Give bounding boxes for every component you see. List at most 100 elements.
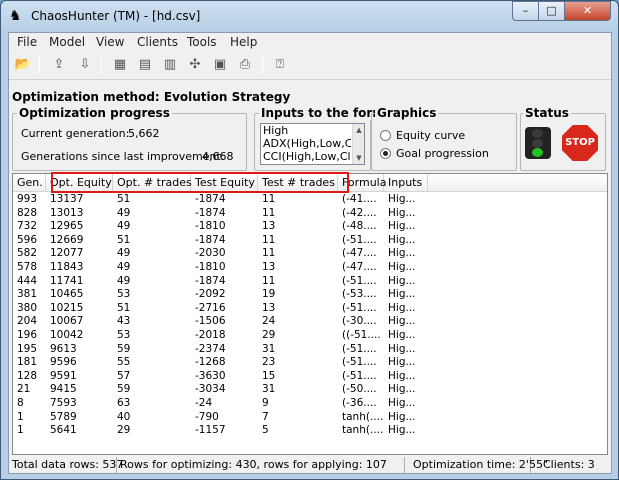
inputs-list-item[interactable]: ADX(High,Low,Clo [261, 137, 351, 150]
help-icon[interactable]: ⍰ [270, 55, 290, 75]
cell-test-trades: 5 [262, 424, 269, 437]
cell-opt-trades: 49 [117, 260, 131, 273]
cell-gen: 1 [17, 424, 24, 437]
cell-test-trades: 13 [262, 260, 276, 273]
cell-test-trades: 11 [262, 274, 276, 287]
red-light [532, 129, 543, 138]
table-row[interactable]: 8 7593 63 -24 9 (-36.... Hig... [13, 397, 607, 411]
cell-inputs: Hig... [388, 424, 416, 437]
cell-formula: ((-51.... [342, 328, 381, 341]
cell-gen: 196 [17, 328, 38, 341]
export-icon[interactable]: ⇩ [75, 55, 95, 75]
cell-opt-trades: 49 [117, 247, 131, 260]
equity-curve-radio[interactable] [380, 130, 391, 141]
equity-curve-label[interactable]: Equity curve [396, 129, 465, 142]
cell-inputs: Hig... [388, 247, 416, 260]
close-button[interactable]: ✕ [564, 1, 611, 21]
cell-test-equity: -2374 [195, 342, 226, 355]
table-row[interactable]: 21 9415 59 -3034 31 (-50.... Hig... [13, 383, 607, 397]
inputs-listbox[interactable]: High ADX(High,Low,Clo CCI(High,Low,Clo ▲… [260, 123, 365, 165]
cell-opt-equity: 10215 [50, 301, 84, 314]
cell-opt-equity: 13013 [50, 206, 84, 219]
stop-button[interactable]: STOP [562, 125, 598, 161]
inputs-scrollbar[interactable]: ▲ ▼ [352, 124, 364, 164]
network-icon[interactable]: ✣ [185, 55, 205, 75]
optimization-time-status: Optimization time: 2'55" [405, 457, 548, 473]
toolbar-separator [262, 56, 263, 74]
menu-help[interactable]: Help [230, 35, 257, 49]
inputs-title: Inputs to the form [259, 106, 387, 120]
cell-test-trades: 23 [262, 356, 276, 369]
inputs-list-item[interactable]: CCI(High,Low,Clo [261, 150, 351, 163]
table-row[interactable]: 993 13137 51 -1874 11 (-41.... Hig... [13, 193, 607, 207]
cell-inputs: Hig... [388, 206, 416, 219]
table-row[interactable]: 1 5789 40 -790 7 tanh(.... Hig... [13, 411, 607, 425]
cell-inputs: Hig... [388, 288, 416, 301]
table-row[interactable]: 380 10215 51 -2716 13 (-51.... Hig... [13, 302, 607, 316]
inputs-list-item[interactable]: High [261, 124, 351, 137]
scroll-up-icon[interactable]: ▲ [353, 124, 364, 136]
menu-clients[interactable]: Clients [137, 35, 178, 49]
menu-file[interactable]: File [17, 35, 37, 49]
cell-opt-equity: 10042 [50, 328, 84, 341]
table-row[interactable]: 596 12669 51 -1874 11 (-51.... Hig... [13, 234, 607, 248]
graphics-title: Graphics [375, 106, 439, 120]
cell-inputs: Hig... [388, 369, 416, 382]
minimize-button[interactable]: – [512, 1, 539, 21]
goal-progression-label[interactable]: Goal progression [396, 147, 489, 160]
table-row[interactable]: 128 9591 57 -3630 15 (-51.... Hig... [13, 370, 607, 384]
import-icon[interactable]: ⇪ [49, 55, 69, 75]
cell-test-equity: -1874 [195, 193, 226, 205]
col-gen[interactable]: Gen. [13, 174, 46, 192]
table-row[interactable]: 1 5641 29 -1157 5 tanh(.... Hig... [13, 424, 607, 438]
toolbar-separator [39, 56, 40, 74]
table-row[interactable]: 732 12965 49 -1810 13 (-48.... Hig... [13, 220, 607, 234]
cell-test-equity: -2030 [195, 247, 226, 260]
green-light [532, 148, 543, 157]
table-row[interactable]: 582 12077 49 -2030 11 (-47.... Hig... [13, 247, 607, 261]
cell-opt-trades: 57 [117, 369, 131, 382]
cell-test-trades: 11 [262, 193, 276, 205]
col-inputs[interactable]: Inputs [384, 174, 428, 192]
print-icon[interactable]: ⎙ [235, 55, 255, 75]
table-row[interactable]: 196 10042 53 -2018 29 ((-51.... Hig... [13, 329, 607, 343]
cell-opt-trades: 49 [117, 206, 131, 219]
save-icon[interactable]: ▣ [210, 55, 230, 75]
cell-test-equity: -1874 [195, 233, 226, 246]
cell-formula: (-48.... [342, 220, 377, 233]
cell-test-equity: -2018 [195, 328, 226, 341]
cell-formula: (-50.... [342, 383, 377, 396]
table-row[interactable]: 828 13013 49 -1874 11 (-42.... Hig... [13, 207, 607, 221]
table-row[interactable]: 381 10465 53 -2092 19 (-53.... Hig... [13, 288, 607, 302]
title-bar[interactable]: ♞ ChaosHunter (TM) - [hd.csv] – □ ✕ [1, 1, 618, 31]
cell-opt-trades: 51 [117, 193, 131, 205]
table-row[interactable]: 204 10067 43 -1506 24 (-30.... Hig... [13, 315, 607, 329]
cell-opt-equity: 13137 [50, 193, 84, 205]
cell-formula: (-51.... [342, 356, 377, 369]
chart-icon[interactable]: ▤ [135, 55, 155, 75]
goal-progression-radio[interactable] [380, 148, 391, 159]
table-row[interactable]: 444 11741 49 -1874 11 (-51.... Hig... [13, 275, 607, 289]
cell-inputs: Hig... [388, 233, 416, 246]
cell-test-trades: 9 [262, 396, 269, 409]
table-row[interactable]: 578 11843 49 -1810 13 (-47.... Hig... [13, 261, 607, 275]
cell-opt-trades: 29 [117, 424, 131, 437]
menu-model[interactable]: Model [49, 35, 85, 49]
menu-tools[interactable]: Tools [187, 35, 217, 49]
cell-opt-equity: 10465 [50, 288, 84, 301]
open-folder-icon[interactable]: 📂 [13, 55, 33, 75]
cell-test-equity: -3034 [195, 383, 226, 396]
scroll-down-icon[interactable]: ▼ [353, 152, 364, 164]
cell-test-equity: -1810 [195, 260, 226, 273]
cell-test-trades: 11 [262, 233, 276, 246]
menu-view[interactable]: View [96, 35, 124, 49]
grid-icon[interactable]: ▦ [110, 55, 130, 75]
maximize-button[interactable]: □ [538, 1, 565, 21]
table-row[interactable]: 181 9596 55 -1268 23 (-51.... Hig... [13, 356, 607, 370]
cell-test-trades: 13 [262, 301, 276, 314]
cell-inputs: Hig... [388, 328, 416, 341]
table-row[interactable]: 195 9613 59 -2374 31 (-51.... Hig... [13, 343, 607, 357]
book-icon[interactable]: ▥ [160, 55, 180, 75]
cell-opt-trades: 55 [117, 356, 131, 369]
cell-test-trades: 13 [262, 220, 276, 233]
